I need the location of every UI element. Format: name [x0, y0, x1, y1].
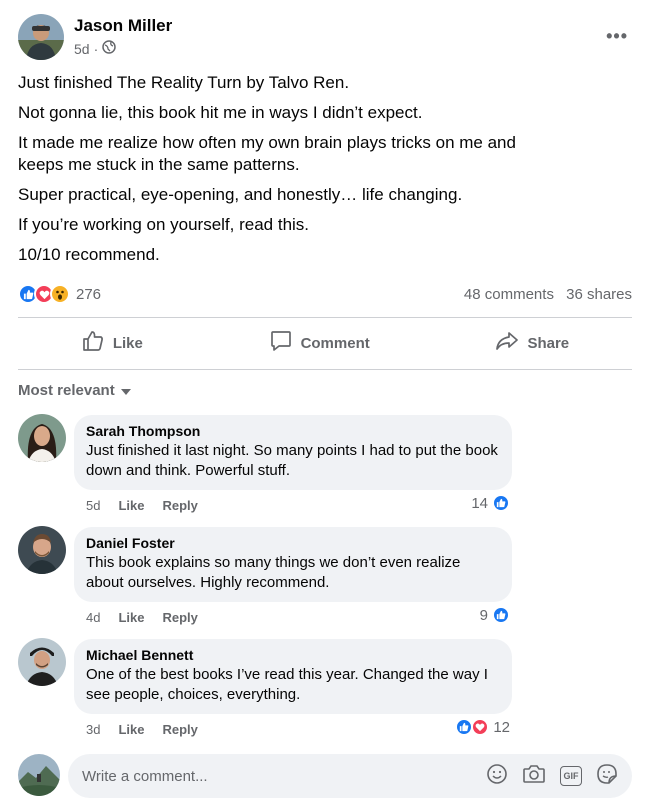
like-icon — [492, 606, 510, 624]
share-label: Share — [527, 334, 570, 352]
commenter-name[interactable]: Sarah Thompson — [86, 423, 500, 439]
comment-like-button[interactable]: Like — [118, 610, 144, 625]
post-meta: 5d · — [74, 40, 116, 57]
post-line: Not gonna lie, this book hit me in ways … — [18, 103, 423, 122]
comment-time[interactable]: 5d — [86, 498, 100, 513]
comment-meta: 5d Like Reply — [86, 498, 198, 513]
love-icon — [471, 718, 490, 736]
commenter-name[interactable]: Michael Bennett — [86, 647, 500, 663]
comment-input[interactable]: Write a comment... — [82, 768, 208, 785]
camera-icon[interactable] — [522, 763, 546, 790]
share-button[interactable]: Share — [495, 329, 569, 357]
comment-bubble: Sarah Thompson Just finished it last nig… — [74, 415, 512, 490]
comment-bubble: Michael Bennett One of the best books I’… — [74, 639, 512, 714]
post-line: If you’re working on yourself, read this… — [18, 215, 310, 234]
divider — [18, 317, 632, 318]
meta-separator: · — [93, 40, 99, 57]
comment-reaction-count: 14 — [471, 494, 488, 512]
post-line: It made me realize how often my own brai… — [18, 133, 516, 174]
comment-reactions[interactable]: 9 — [480, 606, 510, 624]
divider — [18, 369, 632, 370]
post-line: Just finished The Reality Turn by Talvo … — [18, 73, 350, 92]
emoji-icon[interactable] — [486, 763, 508, 790]
comment-text: Just finished it last night. So many poi… — [86, 442, 498, 479]
post-line: Super practical, eye-opening, and honest… — [18, 185, 463, 204]
reaction-icons[interactable]: 276 — [18, 284, 101, 304]
comment-reactions[interactable]: 14 — [471, 494, 510, 512]
commenter-name[interactable]: Daniel Foster — [86, 535, 500, 551]
like-button[interactable]: Like — [81, 329, 143, 357]
comments-count[interactable]: 48 comments — [464, 286, 554, 303]
comment-text: This book explains so many things we don… — [86, 554, 461, 591]
commenter-avatar[interactable] — [18, 526, 66, 574]
engagement-counts: 48 comments 36 shares — [456, 286, 632, 303]
comment-text: One of the best books I’ve read this yea… — [86, 666, 488, 703]
comment-sort-dropdown[interactable]: Most relevant — [18, 382, 131, 399]
author-avatar[interactable] — [18, 14, 64, 60]
sticker-icon[interactable] — [596, 763, 618, 790]
caret-down-icon — [120, 382, 131, 399]
post-body: Just finished The Reality Turn by Talvo … — [18, 72, 578, 274]
comment-reply-button[interactable]: Reply — [162, 722, 197, 737]
author-name[interactable]: Jason Miller — [74, 16, 172, 36]
composer-tools: GIF — [486, 763, 618, 790]
comment-meta: 3d Like Reply — [86, 722, 198, 737]
comment-meta: 4d Like Reply — [86, 610, 198, 625]
reaction-count[interactable]: 276 — [76, 286, 101, 303]
commenter-avatar[interactable] — [18, 638, 66, 686]
comment-composer[interactable]: Write a comment... GIF — [68, 754, 632, 798]
comment-label: Comment — [300, 334, 370, 352]
comment-reply-button[interactable]: Reply — [162, 498, 197, 513]
comment-time[interactable]: 3d — [86, 722, 100, 737]
comment-like-button[interactable]: Like — [118, 498, 144, 513]
post-line: 10/10 recommend. — [18, 245, 160, 264]
more-options-icon[interactable]: ••• — [606, 26, 628, 47]
reactions-summary: 276 48 comments 36 shares — [18, 282, 632, 306]
comment-time[interactable]: 4d — [86, 610, 100, 625]
current-user-avatar[interactable] — [18, 754, 60, 796]
comment-reaction-count: 9 — [479, 606, 488, 624]
comment-icon — [269, 329, 293, 357]
shares-count[interactable]: 36 shares — [566, 286, 632, 303]
sort-label: Most relevant — [18, 382, 115, 399]
like-label: Like — [112, 334, 143, 352]
commenter-avatar[interactable] — [18, 414, 66, 462]
comment-bubble: Daniel Foster This book explains so many… — [74, 527, 512, 602]
like-icon — [492, 494, 510, 512]
post-actions: Like Comment Share — [18, 322, 632, 364]
globe-icon[interactable] — [102, 40, 116, 57]
wow-icon — [50, 284, 70, 304]
gif-icon[interactable]: GIF — [560, 766, 582, 786]
post-time[interactable]: 5d — [74, 41, 90, 57]
comment-button[interactable]: Comment — [269, 329, 370, 357]
comment-reply-button[interactable]: Reply — [162, 610, 197, 625]
thumbs-up-icon — [81, 329, 105, 357]
comment-reaction-count: 12 — [493, 718, 510, 736]
comment-like-button[interactable]: Like — [118, 722, 144, 737]
share-icon — [495, 329, 519, 357]
comment-reactions[interactable]: 12 — [455, 718, 510, 736]
